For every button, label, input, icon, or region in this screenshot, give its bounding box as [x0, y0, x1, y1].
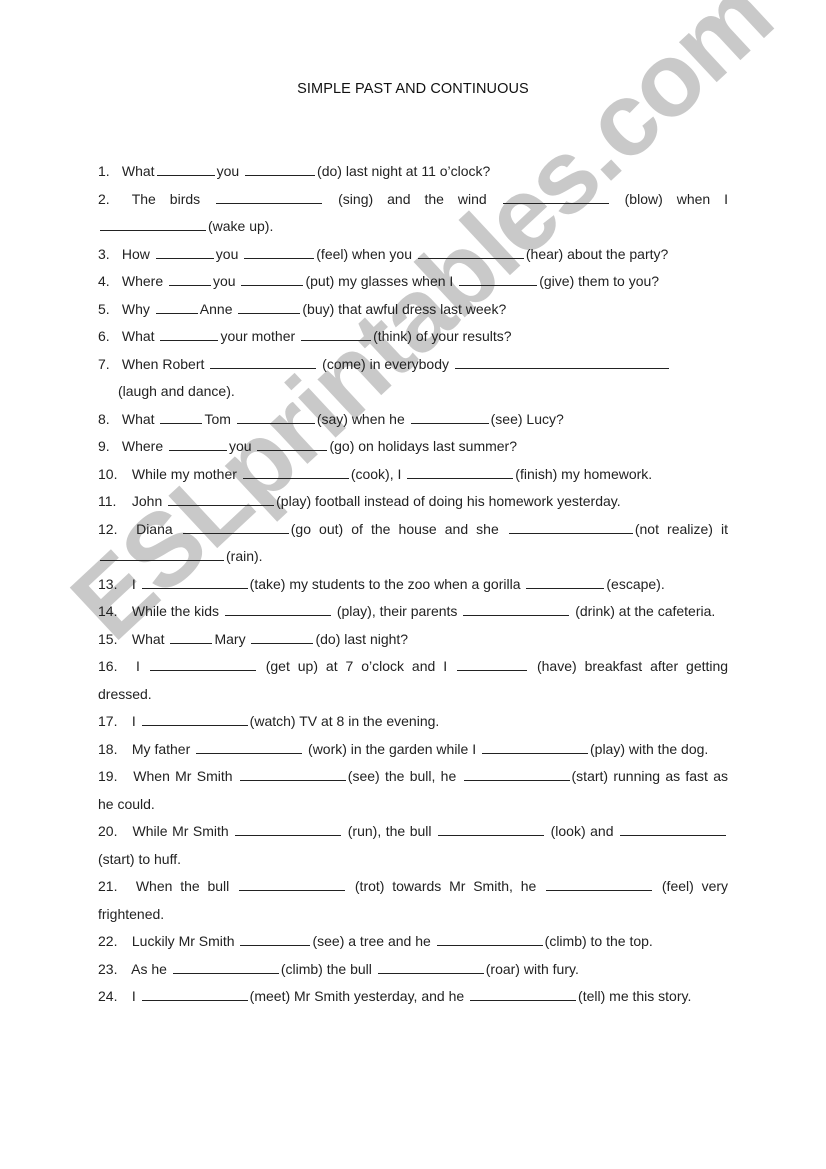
- answer-blank[interactable]: [459, 272, 538, 286]
- answer-blank[interactable]: [240, 932, 311, 946]
- answer-blank[interactable]: [526, 575, 605, 589]
- question-1: 1. What you (do) last night at 11 o’clock…: [98, 162, 491, 179]
- answer-blank[interactable]: [407, 465, 514, 479]
- answer-blank[interactable]: [196, 740, 303, 754]
- answer-blank[interactable]: [417, 245, 524, 259]
- question-7: 7. When Robert (come) in everybody (laug…: [98, 351, 728, 406]
- question-23: 23. As he (climb) the bull (roar) with f…: [98, 960, 579, 977]
- answer-blank[interactable]: [242, 465, 349, 479]
- question-12: 12. Diana (go out) of the house and she …: [98, 520, 729, 565]
- answer-blank[interactable]: [141, 575, 248, 589]
- question-13: 13. I (take) my students to the zoo when…: [98, 575, 665, 592]
- answer-blank[interactable]: [463, 767, 570, 781]
- question-3: 3. How you (feel) when you (hear) about …: [98, 245, 669, 262]
- exercise-list: 1. What you (do) last night at 11 o’clock…: [98, 158, 728, 1011]
- question-4: 4. Where you (put) my glasses when I (gi…: [98, 272, 660, 289]
- answer-blank[interactable]: [141, 712, 248, 726]
- question-15: 15. What Mary (do) last night?: [98, 630, 409, 647]
- answer-blank[interactable]: [172, 960, 279, 974]
- question-2: 2. The birds (sing) and the wind (blow) …: [98, 190, 729, 235]
- question-22: 22. Luckily Mr Smith (see) a tree and he…: [98, 932, 653, 949]
- answer-blank[interactable]: [470, 987, 577, 1001]
- answer-blank[interactable]: [241, 272, 304, 286]
- answer-blank[interactable]: [244, 245, 315, 259]
- answer-blank[interactable]: [620, 822, 727, 836]
- answer-blank[interactable]: [457, 657, 528, 671]
- answer-blank[interactable]: [182, 520, 289, 534]
- answer-blank[interactable]: [454, 355, 669, 369]
- question-20: 20. While Mr Smith (run), the bull (look…: [98, 818, 728, 873]
- answer-blank[interactable]: [235, 822, 342, 836]
- question-6: 6. What your mother (think) of your resu…: [98, 327, 512, 344]
- answer-blank[interactable]: [155, 300, 198, 314]
- question-19: 19. When Mr Smith (see) the bull, he (st…: [98, 767, 729, 812]
- question-21: 21. When the bull (trot) towards Mr Smit…: [98, 877, 729, 922]
- answer-blank[interactable]: [546, 877, 653, 891]
- question-9: 9. Where you (go) on holidays last summe…: [98, 437, 518, 454]
- answer-blank[interactable]: [410, 410, 489, 424]
- answer-blank[interactable]: [168, 492, 275, 506]
- answer-blank[interactable]: [438, 822, 545, 836]
- question-18: 18. My father (work) in the garden while…: [98, 740, 709, 757]
- answer-blank[interactable]: [245, 162, 316, 176]
- worksheet-title: SIMPLE PAST AND CONTINUOUS: [297, 81, 529, 97]
- question-16: 16. I (get up) at 7 o’clock and I (have)…: [98, 657, 729, 702]
- question-11: 11. John (play) football instead of doin…: [98, 492, 621, 509]
- answer-blank[interactable]: [508, 520, 633, 534]
- answer-blank[interactable]: [463, 602, 570, 616]
- answer-blank[interactable]: [141, 987, 248, 1001]
- question-14: 14. While the kids (play), their parents…: [98, 602, 716, 619]
- answer-blank[interactable]: [160, 327, 219, 341]
- answer-blank[interactable]: [156, 162, 215, 176]
- question-17: 17. I (watch) TV at 8 in the evening.: [98, 712, 440, 729]
- question-10: 10. While my mother (cook), I (finish) m…: [98, 465, 653, 482]
- answer-blank[interactable]: [301, 327, 372, 341]
- question-8: 8. What Tom (say) when he (see) Lucy?: [98, 410, 564, 427]
- answer-blank[interactable]: [377, 960, 484, 974]
- answer-blank[interactable]: [170, 630, 213, 644]
- answer-blank[interactable]: [155, 245, 214, 259]
- answer-blank[interactable]: [257, 437, 328, 451]
- answer-blank[interactable]: [236, 410, 315, 424]
- answer-blank[interactable]: [502, 190, 609, 204]
- answer-blank[interactable]: [169, 272, 212, 286]
- answer-blank[interactable]: [216, 190, 323, 204]
- answer-blank[interactable]: [160, 410, 203, 424]
- question-24: 24. I (meet) Mr Smith yesterday, and he …: [98, 987, 692, 1004]
- answer-blank[interactable]: [251, 630, 314, 644]
- answer-blank[interactable]: [482, 740, 588, 754]
- answer-blank[interactable]: [100, 547, 224, 561]
- answer-blank[interactable]: [238, 300, 301, 314]
- answer-blank[interactable]: [169, 437, 228, 451]
- answer-blank[interactable]: [224, 602, 331, 616]
- answer-blank[interactable]: [100, 217, 206, 231]
- answer-blank[interactable]: [239, 877, 346, 891]
- answer-blank[interactable]: [239, 767, 346, 781]
- answer-blank[interactable]: [436, 932, 543, 946]
- answer-blank[interactable]: [210, 355, 317, 369]
- answer-blank[interactable]: [149, 657, 256, 671]
- question-5: 5. Why Anne (buy) that awful dress last …: [98, 300, 507, 317]
- worksheet-page: ESLprintables.com SIMPLE PAST AND CONTIN…: [0, 0, 826, 1169]
